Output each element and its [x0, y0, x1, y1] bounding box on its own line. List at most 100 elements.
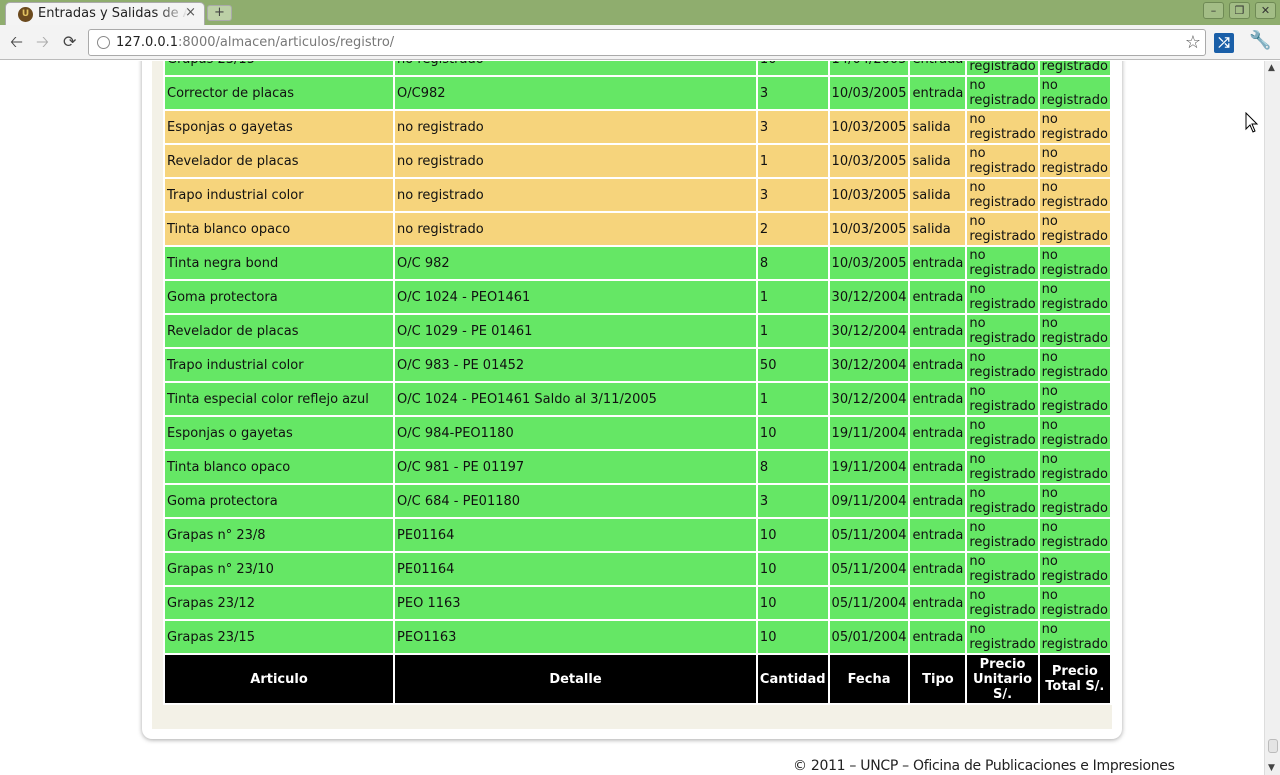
cell-precio-unitario: no registrado [967, 247, 1038, 279]
cell-precio-total: no registrado [1039, 247, 1110, 279]
cell-tipo: entrada [910, 553, 966, 585]
cell-precio-unitario: no registrado [967, 621, 1038, 653]
cell-precio-total: no registrado [1039, 621, 1110, 653]
table-row: Goma protectora O/C 684 - PE01180 3 09/11/2… [165, 485, 1110, 517]
cell-detalle: O/C 982 [395, 247, 756, 279]
browser-toolbar: 🡠 🡢 ⟳ 127.0.0.1:8000/almacen/articulos/r… [0, 25, 1280, 60]
cell-tipo: salida [910, 111, 966, 143]
cell-cantidad: 10 [757, 587, 828, 619]
cell-precio-unitario: no registrado [967, 587, 1038, 619]
table-row: Revelador de placas no registrado 1 10/03/2… [165, 145, 1110, 177]
cell-precio-unitario: no registrado [967, 451, 1038, 483]
cell-fecha: 19/11/2004 [829, 417, 909, 449]
new-tab-button[interactable]: + [207, 5, 232, 21]
table-row: Grapas 23/12 PEO 1163 10 05/11/2004 entrada n… [165, 587, 1110, 619]
cell-fecha: 10/03/2005 [829, 77, 909, 109]
cell-tipo: entrada [910, 61, 966, 75]
page-info-icon[interactable] [97, 36, 110, 49]
cell-tipo: entrada [910, 417, 966, 449]
table-row: Grapas 23/15 no registrado 10 14/04/2005… [165, 61, 1110, 75]
cell-precio-unitario: no registrado [967, 485, 1038, 517]
cell-fecha: 19/11/2004 [829, 451, 909, 483]
cell-detalle: O/C 684 - PE01180 [395, 485, 756, 517]
cell-precio-unitario: no registrado [967, 179, 1038, 211]
browser-tab[interactable]: U Entradas y Salidas de A × [5, 2, 205, 25]
cell-detalle: no registrado [395, 111, 756, 143]
minimize-button[interactable]: – [1203, 2, 1224, 19]
cell-cantidad: 1 [757, 281, 828, 313]
bookmark-star-icon[interactable]: ☆ [1185, 32, 1201, 53]
cell-fecha: 10/03/2005 [829, 179, 909, 211]
cell-articulo: Tinta negra bond [165, 247, 394, 279]
table-row: Trapo industrial color no registrado 3 10/0… [165, 179, 1110, 211]
cell-precio-unitario: no registrado [967, 349, 1038, 381]
cell-articulo: Esponjas o gayetas [165, 417, 394, 449]
cell-cantidad: 10 [757, 553, 828, 585]
table-row: Grapas n° 23/8 PE01164 10 05/11/2004 entrada… [165, 519, 1110, 551]
table-row: Esponjas o gayetas O/C 984-PEO1180 10 19/11… [165, 417, 1110, 449]
cell-detalle: O/C 1024 - PEO1461 Saldo al 3/11/2005 [395, 383, 756, 415]
cell-precio-unitario: no registrado [967, 77, 1038, 109]
page-footer: © 2011 – UNCP – Oficina de Publicaciones… [793, 758, 1175, 774]
cell-cantidad: 3 [757, 77, 828, 109]
registro-table-wrap: Grapas 23/15 no registrado 10 14/04/2005… [163, 61, 1112, 705]
cell-tipo: entrada [910, 247, 966, 279]
close-window-button[interactable]: ✕ [1255, 2, 1276, 19]
address-bar[interactable]: 127.0.0.1:8000/almacen/articulos/registr… [88, 29, 1206, 56]
cell-cantidad: 2 [757, 213, 828, 245]
table-row: Revelador de placas O/C 1029 - PE 01461 1 3… [165, 315, 1110, 347]
cell-articulo: Grapas 23/15 [165, 61, 394, 75]
cell-fecha: 14/04/2005 [829, 61, 909, 75]
cell-precio-unitario: no registrado [967, 417, 1038, 449]
url-host: 127.0.0.1 [116, 35, 179, 50]
maximize-button[interactable]: ❐ [1229, 2, 1250, 19]
cell-fecha: 05/11/2004 [829, 519, 909, 551]
back-arrow-icon[interactable]: 🡠 [10, 33, 23, 51]
cell-fecha: 10/03/2005 [829, 213, 909, 245]
cell-precio-total: no registrado [1039, 553, 1110, 585]
cell-articulo: Grapas 23/15 [165, 621, 394, 653]
cell-fecha: 10/03/2005 [829, 247, 909, 279]
tab-close-icon[interactable]: × [185, 5, 196, 20]
scroll-down-icon[interactable]: ▼ [1268, 763, 1275, 773]
table-row: Tinta blanco opaco no registrado 2 10/03/20… [165, 213, 1110, 245]
cell-tipo: entrada [910, 485, 966, 517]
cell-tipo: salida [910, 145, 966, 177]
cell-articulo: Revelador de placas [165, 145, 394, 177]
cell-precio-unitario: no registrado [967, 553, 1038, 585]
cell-detalle: PE01164 [395, 519, 756, 551]
table-row: Grapas n° 23/10 PE01164 10 05/11/2004 entrad… [165, 553, 1110, 585]
cell-fecha: 10/03/2005 [829, 145, 909, 177]
cell-fecha: 05/01/2004 [829, 621, 909, 653]
browser-titlebar: U Entradas y Salidas de A × + – ❐ ✕ [0, 0, 1280, 25]
extension-icon[interactable]: ⤮ [1214, 33, 1234, 53]
cell-precio-total: no registrado [1039, 315, 1110, 347]
scrollbar-thumb[interactable] [1268, 739, 1278, 753]
reload-icon[interactable]: ⟳ [63, 33, 76, 51]
cell-tipo: entrada [910, 315, 966, 347]
table-row: Tinta negra bond O/C 982 8 10/03/2005 entrad… [165, 247, 1110, 279]
cell-articulo: Revelador de placas [165, 315, 394, 347]
cell-articulo: Tinta especial color reflejo azul [165, 383, 394, 415]
cell-precio-total: no registrado [1039, 77, 1110, 109]
cell-detalle: O/C 981 - PE 01197 [395, 451, 756, 483]
cell-fecha: 05/11/2004 [829, 553, 909, 585]
wrench-menu-icon[interactable]: 🔧 [1249, 30, 1271, 51]
cell-precio-unitario: no registrado [967, 213, 1038, 245]
cell-tipo: entrada [910, 281, 966, 313]
cell-detalle: O/C 984-PEO1180 [395, 417, 756, 449]
cell-precio-unitario: no registrado [967, 383, 1038, 415]
page-viewport: Grapas 23/15 no registrado 10 14/04/2005… [0, 61, 1264, 775]
cell-articulo: Tinta blanco opaco [165, 213, 394, 245]
site-favicon-icon: U [18, 7, 33, 22]
table-header-row: Articulo Detalle Cantidad Fecha Tipo Pre… [165, 655, 1110, 703]
cell-articulo: Grapas 23/12 [165, 587, 394, 619]
cell-detalle: PE01164 [395, 553, 756, 585]
cell-precio-total: no registrado [1039, 519, 1110, 551]
cell-precio-unitario: no registrado [967, 281, 1038, 313]
cell-cantidad: 1 [757, 383, 828, 415]
forward-arrow-icon[interactable]: 🡢 [36, 33, 49, 51]
vertical-scrollbar[interactable]: ▲ ▼ [1264, 61, 1280, 775]
scroll-up-icon[interactable]: ▲ [1268, 63, 1275, 73]
table-row: Corrector de placas O/C982 3 10/03/2005 entr… [165, 77, 1110, 109]
